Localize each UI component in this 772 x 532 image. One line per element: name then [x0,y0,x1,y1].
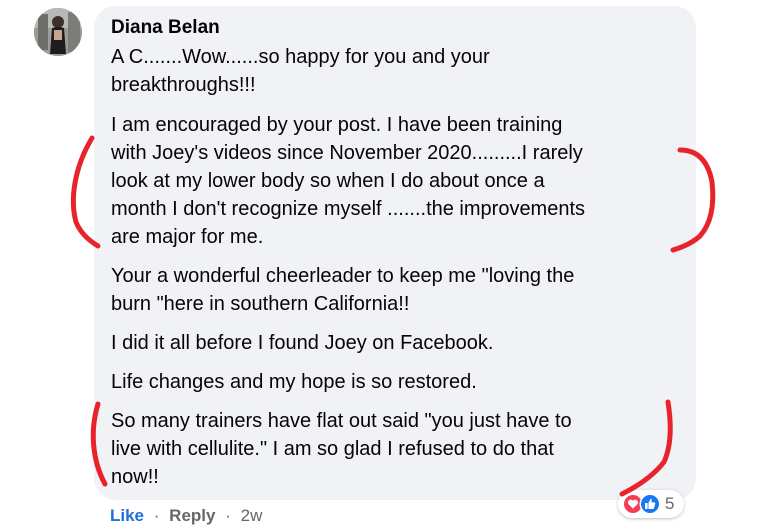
comment-line: with Joey's videos since November 2020..… [111,142,583,164]
comment-line: A C.......Wow......so happy for you and … [111,46,490,68]
separator-dot: · [153,506,160,525]
avatar-photo [34,8,82,56]
comment-line: burn "here in southern California!! [111,293,410,315]
separator-dot: · [225,506,231,525]
comment-line: month I don't recognize myself .......th… [111,198,586,220]
comment-line: breakthroughs!!! [111,74,256,96]
comment-paragraph-5: Life changes and my hope is so restored. [111,368,477,396]
comment-actions: Like · Reply · 2w [110,505,262,527]
comment-paragraph-3: Your a wonderful cheerleader to keep me … [111,262,574,318]
comment-line: are major for me. [111,226,264,248]
comment-paragraph-6: So many trainers have flat out said "you… [111,407,572,491]
reactions-summary[interactable]: 5 [618,490,685,518]
like-icon [639,493,661,515]
comment-line: I did it all before I found Joey on Face… [111,332,494,354]
like-link[interactable]: Like [110,506,144,525]
reaction-count: 5 [665,494,675,513]
comment-paragraph-2: I am encouraged by your post. I have bee… [111,111,585,251]
comment-paragraph-1: A C.......Wow......so happy for you and … [111,43,490,99]
comment-line: now!! [111,466,159,488]
comment-line: So many trainers have flat out said "you… [111,410,572,432]
comment-line: Your a wonderful cheerleader to keep me … [111,265,575,287]
comment-line: I am encouraged by your post. I have bee… [111,114,563,136]
comment-author-name[interactable]: Diana Belan [111,17,220,39]
comment-line: live with cellulite." I am so glad I ref… [111,438,554,460]
comment-paragraph-4: I did it all before I found Joey on Face… [111,329,493,357]
comment-timestamp[interactable]: 2w [241,506,263,525]
comment-line: Life changes and my hope is so restored. [111,371,477,393]
comment-line: look at my lower body so when I do about… [111,170,545,192]
avatar[interactable] [34,8,82,56]
reply-link[interactable]: Reply [169,506,215,525]
